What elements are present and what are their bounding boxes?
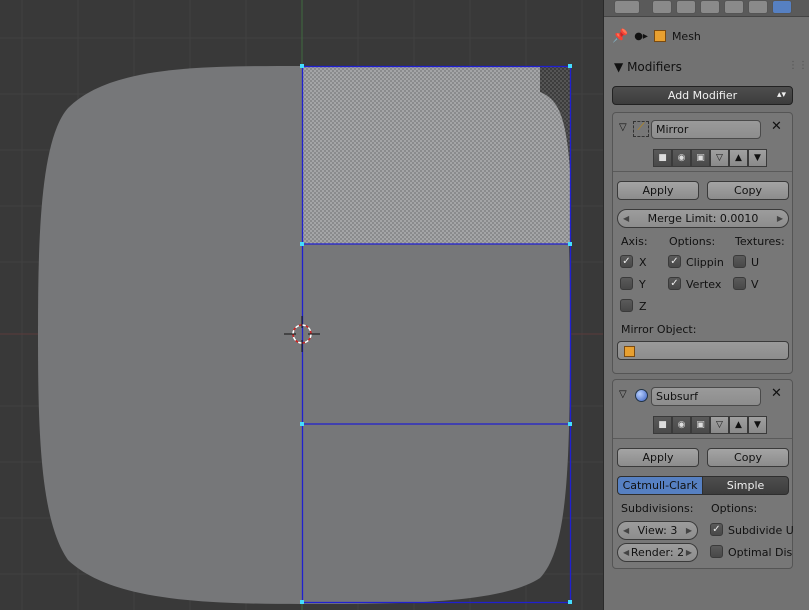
axis-x-label: X xyxy=(639,256,647,269)
constraints-tab-icon[interactable] xyxy=(748,0,768,14)
editmode-icon[interactable]: ▣ xyxy=(691,416,710,434)
mirror-apply-button[interactable]: Apply xyxy=(617,181,699,200)
texture-v-checkbox[interactable] xyxy=(733,277,746,290)
object-data-icon: ●▸ xyxy=(634,30,648,42)
3d-viewport[interactable] xyxy=(0,0,603,610)
decrement-arrow-icon[interactable]: ◀ xyxy=(623,210,629,227)
mirror-modifier-icon: ⟋ xyxy=(633,121,649,137)
texture-u-checkbox[interactable] xyxy=(733,255,746,268)
subsurf-options-header: Options: xyxy=(711,502,758,515)
view-levels-label: View: 3 xyxy=(637,524,678,537)
modifier-wrench-icon[interactable] xyxy=(772,0,792,14)
world-tab-icon[interactable] xyxy=(700,0,720,14)
merge-limit-label: Merge Limit: 0.0010 xyxy=(647,212,759,225)
clipping-label: Clippin xyxy=(686,256,724,269)
subsurf-display-toggles: ■ ◉ ▣ ▽ ▲ ▼ xyxy=(653,416,767,434)
axis-z-label: Z xyxy=(639,300,647,313)
viewport-eye-icon[interactable]: ◉ xyxy=(672,149,691,167)
axis-header: Axis: xyxy=(621,235,648,248)
mirror-modifier-panel: ▽ ⟋ Mirror ✕ ■ ◉ ▣ ▽ ▲ ▼ Apply Copy ◀ Me… xyxy=(612,112,793,374)
simple-toggle[interactable]: Simple xyxy=(702,476,789,495)
subdivide-uvs-label: Subdivide U xyxy=(728,524,794,537)
textures-header: Textures: xyxy=(735,235,785,248)
subsurf-name-field[interactable]: Subsurf xyxy=(651,387,761,406)
increment-arrow-icon[interactable]: ▶ xyxy=(777,210,783,227)
modifiers-title: Modifiers xyxy=(627,60,682,74)
subdivide-uvs-checkbox[interactable]: ✓ xyxy=(710,523,723,536)
clipping-checkbox[interactable]: ✓ xyxy=(668,255,681,268)
pin-icon[interactable]: 📌 xyxy=(612,29,628,44)
render-camera-icon[interactable]: ■ xyxy=(653,416,672,434)
cage-icon[interactable]: ▽ xyxy=(710,416,729,434)
editmode-icon[interactable]: ▣ xyxy=(691,149,710,167)
increment-arrow-icon[interactable]: ▶ xyxy=(686,522,692,539)
subsurf-modifier-icon xyxy=(635,389,648,402)
vertex-groups-label: Vertex xyxy=(686,278,722,291)
merge-limit-field[interactable]: ◀ Merge Limit: 0.0010 ▶ xyxy=(617,209,789,228)
render-levels-field[interactable]: ◀ Render: 2 ▶ xyxy=(617,543,698,562)
drag-handle-icon[interactable]: ⋮⋮ xyxy=(788,60,808,71)
context-breadcrumb: 📌 ●▸ Mesh xyxy=(612,26,701,46)
axis-y-checkbox[interactable] xyxy=(620,277,633,290)
texture-v-label: V xyxy=(751,278,759,291)
move-up-icon[interactable]: ▲ xyxy=(729,416,748,434)
options-header: Options: xyxy=(669,235,716,248)
mirror-name-field[interactable]: Mirror xyxy=(651,120,761,139)
object-cube-icon xyxy=(624,346,635,357)
remove-mirror-close-icon[interactable]: ✕ xyxy=(771,119,782,134)
editor-type-icon[interactable] xyxy=(614,0,640,14)
optimal-display-checkbox[interactable] xyxy=(710,545,723,558)
move-up-icon[interactable]: ▲ xyxy=(729,149,748,167)
mirror-object-field[interactable] xyxy=(617,341,789,360)
subsurf-apply-button[interactable]: Apply xyxy=(617,448,699,467)
vertex-groups-checkbox[interactable]: ✓ xyxy=(668,277,681,290)
decrement-arrow-icon[interactable]: ◀ xyxy=(623,522,629,539)
context-object-label: Mesh xyxy=(671,29,701,43)
object-tab-icon[interactable] xyxy=(724,0,744,14)
dropdown-arrows-icon: ▴▾ xyxy=(776,90,786,100)
scene-tab-icon[interactable] xyxy=(676,0,696,14)
mirror-object-header: Mirror Object: xyxy=(621,323,697,336)
texture-u-label: U xyxy=(751,256,760,269)
collapse-triangle-icon: ▼ xyxy=(614,60,624,74)
optimal-display-label: Optimal Dis xyxy=(728,546,793,559)
view-levels-field[interactable]: ◀ View: 3 ▶ xyxy=(617,521,698,540)
add-modifier-dropdown[interactable]: Add Modifier ▴▾ xyxy=(612,86,793,105)
subsurf-copy-button[interactable]: Copy xyxy=(707,448,789,467)
render-tab-icon[interactable] xyxy=(652,0,672,14)
mirror-display-toggles: ■ ◉ ▣ ▽ ▲ ▼ xyxy=(653,149,767,167)
move-down-icon[interactable]: ▼ xyxy=(748,416,767,434)
subdivisions-header: Subdivisions: xyxy=(621,502,694,515)
move-down-icon[interactable]: ▼ xyxy=(748,149,767,167)
viewport-canvas[interactable] xyxy=(0,0,603,610)
properties-header xyxy=(604,0,809,17)
add-modifier-label: Add Modifier xyxy=(667,89,738,102)
cage-icon[interactable]: ▽ xyxy=(710,149,729,167)
axis-z-checkbox[interactable] xyxy=(620,299,633,312)
render-camera-icon[interactable]: ■ xyxy=(653,149,672,167)
increment-arrow-icon[interactable]: ▶ xyxy=(686,544,692,561)
modifiers-section-header[interactable]: ▼ Modifiers xyxy=(614,60,682,74)
decrement-arrow-icon[interactable]: ◀ xyxy=(623,544,629,561)
render-levels-label: Render: 2 xyxy=(630,546,685,559)
viewport-eye-icon[interactable]: ◉ xyxy=(672,416,691,434)
subsurf-modifier-panel: ▽ Subsurf ✕ ■ ◉ ▣ ▽ ▲ ▼ Apply Copy Catmu… xyxy=(612,379,794,569)
axis-y-label: Y xyxy=(639,278,646,291)
mesh-cube-icon xyxy=(653,30,666,42)
mirror-collapse-icon[interactable]: ▽ xyxy=(619,122,627,133)
remove-subsurf-close-icon[interactable]: ✕ xyxy=(771,386,782,401)
axis-x-checkbox[interactable]: ✓ xyxy=(620,255,633,268)
selected-face xyxy=(302,66,570,244)
mirror-copy-button[interactable]: Copy xyxy=(707,181,789,200)
subsurf-collapse-icon[interactable]: ▽ xyxy=(619,389,627,400)
catmull-clark-toggle[interactable]: Catmull-Clark xyxy=(617,476,703,495)
